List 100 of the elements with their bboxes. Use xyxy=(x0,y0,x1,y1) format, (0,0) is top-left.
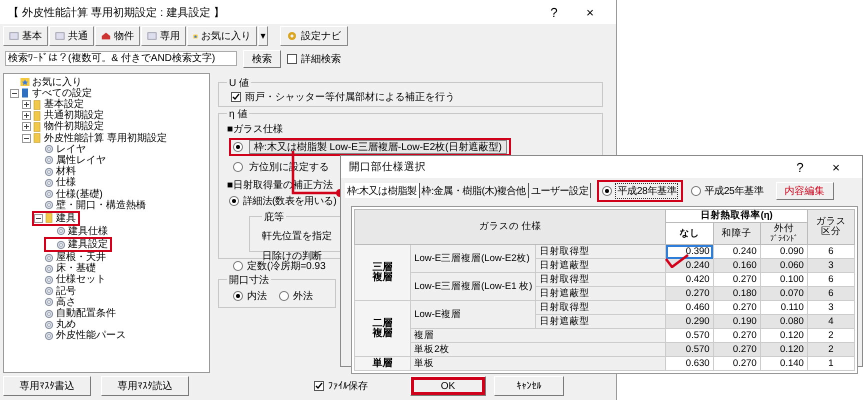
edit-content-button[interactable]: 内容編集 xyxy=(776,182,834,200)
dialog-title: 開口部仕様選択 xyxy=(349,160,427,174)
tree-item[interactable]: 仕様(基礎) xyxy=(32,188,103,200)
expand-icon[interactable] xyxy=(22,111,30,120)
tree-item[interactable]: 材料 xyxy=(32,166,76,178)
tree-item[interactable]: 建具設定 xyxy=(44,237,112,252)
tree-item[interactable]: 共通初期設定 xyxy=(20,110,104,122)
toolbar-tab[interactable]: お気に入り xyxy=(187,26,257,46)
glass-spec-field[interactable]: 枠:木又は樹脂製 Low-E三層複層-Low-E2枚(日射遮蔽型) xyxy=(249,140,507,154)
checkbox[interactable] xyxy=(231,92,241,102)
table-cell[interactable]: 0.270 xyxy=(713,342,760,356)
table-cell: 日射取得型 xyxy=(536,300,666,314)
table-cell[interactable]: 0.070 xyxy=(760,286,808,300)
standard-option[interactable]: 平成25年基準 xyxy=(686,180,769,200)
tree-item[interactable]: 記号 xyxy=(32,286,76,297)
tree-item[interactable]: 建具 xyxy=(32,210,80,226)
table-cell[interactable]: 0.110 xyxy=(760,300,808,314)
radio-button[interactable] xyxy=(691,186,702,196)
table-cell[interactable]: 0.120 xyxy=(760,342,808,356)
close-button[interactable]: × xyxy=(572,4,608,20)
settings-navi-button[interactable]: 設定ナビ xyxy=(280,26,348,46)
help-button[interactable]: ? xyxy=(782,160,818,174)
tree-item[interactable]: 高さ xyxy=(32,296,76,308)
search-field[interactable]: 検索ﾜｰﾄﾞは？(複数可。& 付きでAND検索文字) xyxy=(5,51,237,66)
footer-button[interactable]: 専用ﾏｽﾀ書込 xyxy=(3,376,91,396)
gear-page-icon xyxy=(44,274,54,285)
tab[interactable]: 枠:金属・樹脂(木)複合他 xyxy=(420,183,529,198)
tree-item[interactable]: レイヤ xyxy=(32,144,86,155)
table-cell[interactable]: 0.270 xyxy=(713,356,760,370)
table-cell[interactable]: 0.100 xyxy=(760,272,808,286)
collapse-icon[interactable] xyxy=(22,134,30,143)
tree-item[interactable]: 外皮性能パース xyxy=(32,330,126,342)
help-button[interactable]: ? xyxy=(536,4,572,20)
expand-icon[interactable] xyxy=(22,122,30,132)
collapse-icon[interactable] xyxy=(34,214,42,223)
tree-item[interactable]: 仕様セット xyxy=(32,274,106,286)
radio-label: 平成28年基準 xyxy=(615,182,678,198)
table-cell[interactable]: 0.160 xyxy=(713,258,760,272)
tree-item[interactable]: 物件初期設定 xyxy=(20,121,104,133)
toolbar-tab[interactable]: 専用 xyxy=(141,26,186,46)
cancel-button[interactable]: ｷｬﾝｾﾙ xyxy=(494,376,564,396)
tree-item[interactable]: 自動配置条件 xyxy=(32,308,116,320)
expand-icon[interactable] xyxy=(22,100,30,110)
table-cell: 日射遮蔽型 xyxy=(536,286,666,300)
radio-button[interactable] xyxy=(229,196,239,206)
table-cell[interactable]: 0.270 xyxy=(713,272,760,286)
radio-button[interactable] xyxy=(233,260,243,271)
collapse-icon[interactable] xyxy=(10,88,18,98)
table-cell[interactable]: 0.240 xyxy=(713,244,760,258)
toolbar-tab[interactable]: 共通 xyxy=(49,26,94,46)
tree-item[interactable]: すべての設定 xyxy=(8,88,92,99)
table-cell[interactable]: 0.140 xyxy=(760,356,808,370)
table-cell[interactable]: 0.060 xyxy=(760,258,808,272)
tree-item[interactable]: 屋根・天井 xyxy=(32,252,106,264)
table-cell[interactable]: 0.190 xyxy=(713,314,760,328)
checkbox[interactable] xyxy=(314,381,324,392)
toolbar-tab[interactable]: 物件 xyxy=(95,26,140,46)
search-button[interactable]: 検索 xyxy=(243,50,281,68)
table-cell[interactable]: 0.570 xyxy=(666,342,714,356)
tree-item[interactable]: 仕様 xyxy=(32,177,76,188)
tree-item[interactable]: 丸め xyxy=(32,319,76,330)
table-cell[interactable]: 0.570 xyxy=(666,328,714,342)
tree-item[interactable]: 建具仕様 xyxy=(44,226,108,238)
table-cell[interactable]: 0.270 xyxy=(713,300,760,314)
sheet-icon xyxy=(55,31,65,42)
tree-item[interactable]: 床・基礎 xyxy=(32,263,96,274)
table-cell: 日射取得型 xyxy=(536,244,666,258)
checkbox[interactable] xyxy=(287,54,297,64)
radio-button[interactable] xyxy=(279,290,289,301)
tab[interactable]: 枠:木又は樹脂製 xyxy=(345,183,420,198)
radio-button[interactable] xyxy=(602,186,612,196)
gear-page-icon xyxy=(56,226,66,236)
tab[interactable]: ユーザー設定 xyxy=(528,183,592,198)
column-header: なし xyxy=(678,228,700,238)
table-cell[interactable]: 0.180 xyxy=(713,286,760,300)
tree-item[interactable]: 外皮性能計算 専用初期設定 xyxy=(20,132,167,144)
tree-item[interactable]: お気に入り xyxy=(8,76,82,88)
table-cell[interactable]: 0.630 xyxy=(666,356,714,370)
ok-button[interactable]: OK xyxy=(410,376,486,396)
footer-button[interactable]: 専用ﾏｽﾀ読込 xyxy=(101,376,189,396)
close-button[interactable]: × xyxy=(818,160,854,174)
radio-button[interactable] xyxy=(233,162,243,172)
table-cell: 1 xyxy=(807,356,854,370)
dropdown-button[interactable]: ▾ xyxy=(258,26,268,46)
tree-item[interactable]: 基本設定 xyxy=(20,98,84,110)
table-cell[interactable]: 0.270 xyxy=(666,286,714,300)
standard-option[interactable]: 平成28年基準 xyxy=(597,180,684,202)
table-cell[interactable]: 0.290 xyxy=(666,314,714,328)
table-cell[interactable]: 0.460 xyxy=(666,300,714,314)
table-cell[interactable]: 0.090 xyxy=(760,244,808,258)
table-cell[interactable]: 0.420 xyxy=(666,272,714,286)
table-cell[interactable]: 0.120 xyxy=(760,328,808,342)
toolbar-tab[interactable]: 基本 xyxy=(3,26,48,46)
gear-page-icon xyxy=(44,144,54,154)
radio-button[interactable] xyxy=(233,290,243,301)
radio-button[interactable] xyxy=(233,142,243,152)
table-cell[interactable]: 0.080 xyxy=(760,314,808,328)
tree-item[interactable]: 属性レイヤ xyxy=(32,154,106,166)
table-cell[interactable]: 0.270 xyxy=(713,328,760,342)
tree-item[interactable]: 壁・開口・構造熱橋 xyxy=(32,200,146,211)
